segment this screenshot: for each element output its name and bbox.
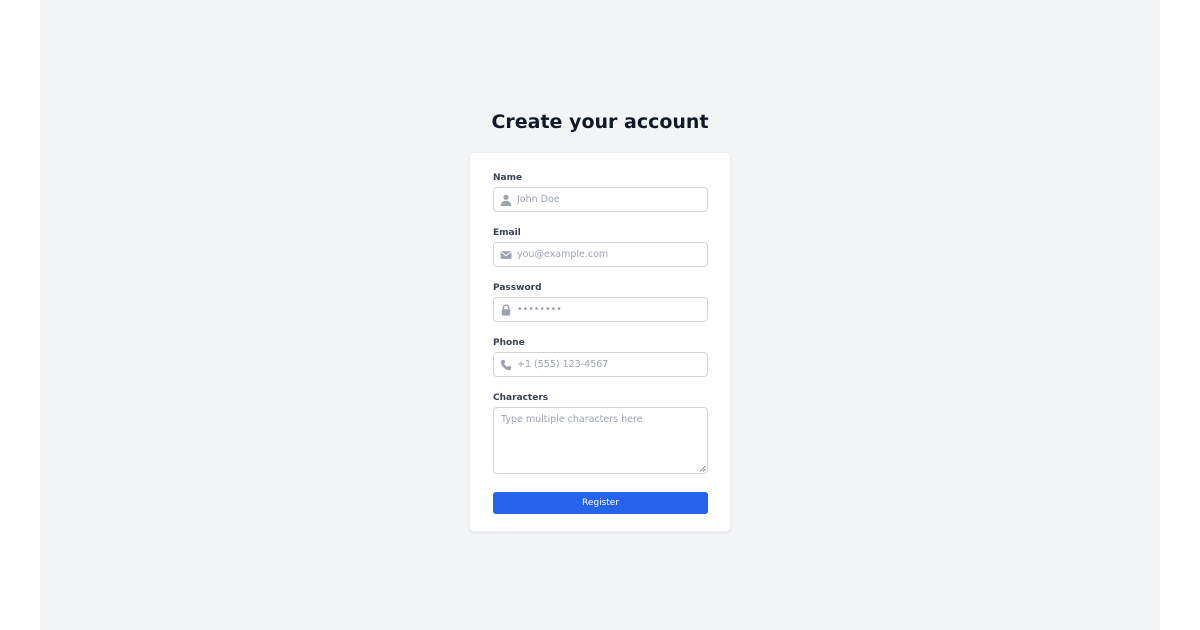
email-label: Email (493, 228, 521, 238)
email-field[interactable] (493, 242, 708, 267)
email-input[interactable] (517, 243, 703, 266)
password-input[interactable] (517, 298, 703, 321)
registration-form: Name Email Password Pho (469, 152, 731, 532)
resize-handle-icon[interactable] (699, 465, 706, 472)
password-field[interactable] (493, 297, 708, 322)
lock-icon (501, 304, 511, 316)
phone-field[interactable] (493, 352, 708, 377)
name-label: Name (493, 173, 523, 183)
user-icon (500, 194, 512, 206)
characters-field[interactable] (493, 407, 708, 474)
phone-icon (500, 359, 512, 371)
phone-input[interactable] (517, 353, 703, 376)
password-label: Password (493, 283, 542, 293)
envelope-icon (500, 251, 512, 259)
register-button[interactable]: Register (493, 492, 708, 514)
page-title: Create your account (491, 111, 709, 133)
phone-label: Phone (493, 338, 525, 348)
name-field[interactable] (493, 187, 708, 212)
characters-textarea[interactable] (494, 408, 707, 473)
characters-label: Characters (493, 393, 549, 403)
name-input[interactable] (517, 188, 703, 211)
page-background: Create your account Name Email Password (40, 0, 1160, 630)
